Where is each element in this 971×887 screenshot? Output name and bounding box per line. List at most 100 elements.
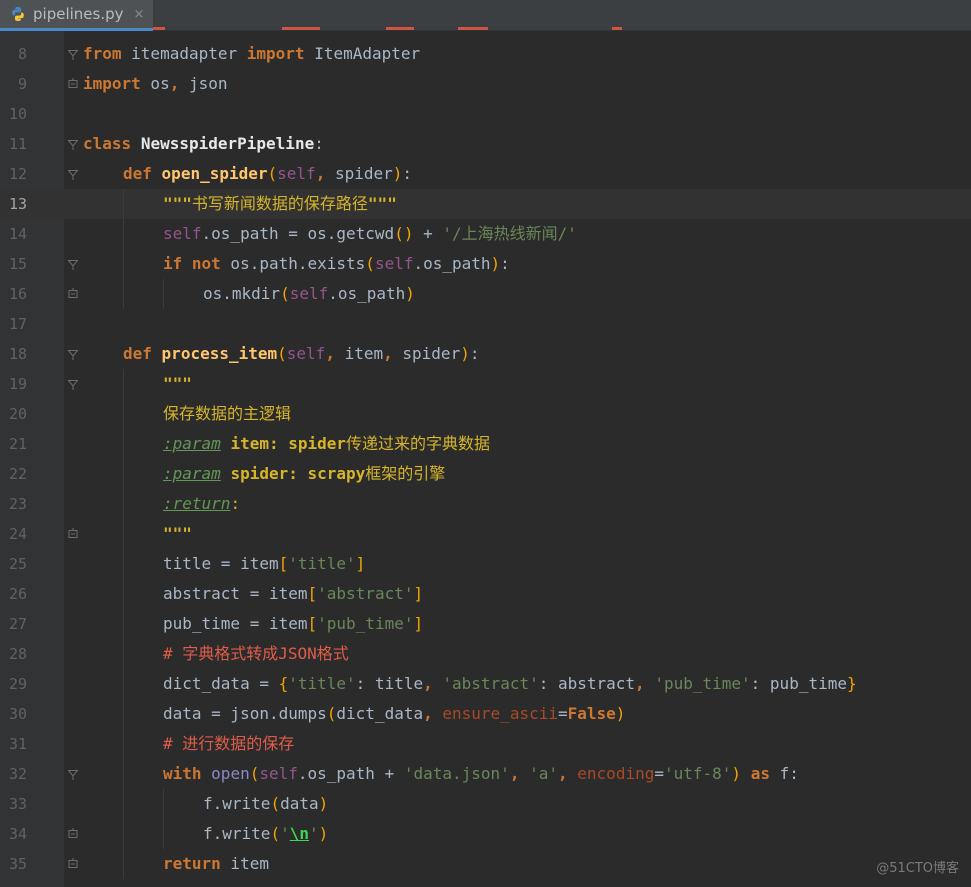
tab-pipelines-py[interactable]: pipelines.py ×: [0, 0, 153, 31]
code-line[interactable]: 29 dict_data = {'title': title, 'abstract…: [0, 669, 971, 699]
line-number: 27: [8, 615, 27, 633]
code-token: ,: [169, 74, 180, 93]
code-line[interactable]: 13 """书写新闻数据的保存路径""": [0, 189, 971, 219]
code-line[interactable]: 21:param item: spider传递过来的字典数据: [0, 429, 971, 459]
code-token: [: [307, 584, 318, 603]
fold-expanded-icon[interactable]: [66, 347, 80, 361]
code-text: """: [163, 519, 192, 549]
code-token: :return: [163, 494, 231, 513]
code-token: ,: [315, 164, 326, 183]
code-line[interactable]: 34 f.write('\n'): [0, 819, 971, 849]
code-token: ): [318, 794, 329, 813]
close-icon[interactable]: ×: [134, 7, 145, 22]
code-token: ,: [423, 704, 433, 723]
code-token: 'pub_time': [654, 674, 751, 693]
code-line[interactable]: 14 self.os_path = os.getcwd() + '/上海热线新闻/…: [0, 219, 971, 249]
code-line[interactable]: 22:param spider: scrapy框架的引擎: [0, 459, 971, 489]
code-line[interactable]: 10: [0, 99, 971, 129]
code-line[interactable]: 8 from itemadapter import ItemAdapter: [0, 39, 971, 69]
line-number: 30: [8, 705, 27, 723]
fold-end-icon[interactable]: [66, 827, 80, 841]
code-text: # 进行数据的保存: [163, 729, 294, 759]
code-token: f:: [769, 764, 799, 783]
fold-expanded-icon[interactable]: [66, 767, 80, 781]
code-line[interactable]: 23:return:: [0, 489, 971, 519]
fold-expanded-icon[interactable]: [66, 47, 80, 61]
code-token: ): [405, 284, 415, 303]
code-line[interactable]: 33 f.write(data): [0, 789, 971, 819]
line-number: 9: [17, 75, 27, 93]
code-text: with open(self.os_path + 'data.json', 'a…: [163, 759, 799, 789]
code-token: open_spider: [161, 164, 268, 183]
code-text: # 字典格式转成JSON格式: [163, 639, 349, 669]
indent-guide: [123, 579, 124, 609]
fold-end-icon[interactable]: [66, 857, 80, 871]
code-token: ': [280, 824, 290, 843]
code-line[interactable]: 15 if not os.path.exists(self.os_path):: [0, 249, 971, 279]
code-token: :param: [163, 434, 221, 453]
code-token: # 进行数据的保存: [163, 734, 295, 753]
code-token: dict_data =: [163, 674, 279, 693]
code-token: 'a': [529, 764, 558, 783]
code-token: dict_data: [336, 704, 424, 723]
tab-label: pipelines.py: [33, 5, 124, 23]
code-line[interactable]: 12 def open_spider(self, spider):: [0, 159, 971, 189]
code-token: :: [469, 344, 480, 363]
code-line[interactable]: 20 保存数据的主逻辑: [0, 399, 971, 429]
code-token: ]: [413, 584, 424, 603]
line-number: 34: [8, 825, 27, 843]
code-line[interactable]: 17: [0, 309, 971, 339]
code-token: :: [402, 164, 413, 183]
code-text: :return:: [163, 489, 240, 519]
code-line[interactable]: 19 """: [0, 369, 971, 399]
code-token: with: [163, 764, 202, 783]
code-line[interactable]: 31 # 进行数据的保存: [0, 729, 971, 759]
code-token: """: [163, 524, 192, 543]
code-line[interactable]: 28 # 字典格式转成JSON格式: [0, 639, 971, 669]
code-line[interactable]: 27 pub_time = item['pub_time']: [0, 609, 971, 639]
code-token: if not: [163, 254, 221, 273]
scrolled-line-fragment: [153, 27, 165, 30]
line-number: 16: [8, 285, 27, 303]
indent-guide: [123, 489, 124, 519]
line-number: 29: [8, 675, 27, 693]
code-token: os: [140, 74, 170, 93]
code-line[interactable]: 35 return item: [0, 849, 971, 879]
code-token: (: [249, 764, 260, 783]
indent-guide: [123, 459, 124, 489]
code-line[interactable]: 9 import os, json: [0, 69, 971, 99]
code-line[interactable]: 16 os.mkdir(self.os_path): [0, 279, 971, 309]
code-line[interactable]: 11 class NewsspiderPipeline:: [0, 129, 971, 159]
code-editor[interactable]: 8 from itemadapter import ItemAdapter 9 imp…: [0, 31, 971, 887]
code-line[interactable]: 25 title = item['title']: [0, 549, 971, 579]
code-line[interactable]: 24 """: [0, 519, 971, 549]
code-text: return item: [163, 849, 269, 879]
fold-end-icon[interactable]: [66, 287, 80, 301]
line-number: 25: [8, 555, 27, 573]
code-token: item: spider: [230, 434, 347, 453]
code-text: os.mkdir(self.os_path): [203, 279, 415, 309]
code-token: process_item: [161, 344, 278, 363]
fold-end-icon[interactable]: [66, 527, 80, 541]
code-token: (: [270, 794, 281, 813]
code-text: def process_item(self, item, spider):: [123, 339, 479, 369]
code-line[interactable]: 30 data = json.dumps(dict_data, ensure_as…: [0, 699, 971, 729]
fold-expanded-icon[interactable]: [66, 167, 80, 181]
fold-end-icon[interactable]: [66, 77, 80, 91]
code-token: : abstract: [538, 674, 636, 693]
code-token: =: [557, 704, 568, 723]
fold-expanded-icon[interactable]: [66, 377, 80, 391]
code-token: ,: [423, 674, 433, 693]
code-token: abstract = item: [163, 584, 308, 603]
code-text: data = json.dumps(dict_data, ensure_asci…: [163, 699, 625, 729]
fold-expanded-icon[interactable]: [66, 257, 80, 271]
code-token: self: [289, 284, 329, 303]
code-token: 书写新闻数据的保存路径: [191, 194, 368, 213]
indent-guide: [123, 699, 124, 729]
code-text: class NewsspiderPipeline:: [83, 129, 324, 159]
code-line[interactable]: 18 def process_item(self, item, spider):: [0, 339, 971, 369]
code-text: """书写新闻数据的保存路径""": [163, 189, 397, 219]
code-line[interactable]: 32 with open(self.os_path + 'data.json', …: [0, 759, 971, 789]
fold-expanded-icon[interactable]: [66, 137, 80, 151]
code-line[interactable]: 26 abstract = item['abstract']: [0, 579, 971, 609]
